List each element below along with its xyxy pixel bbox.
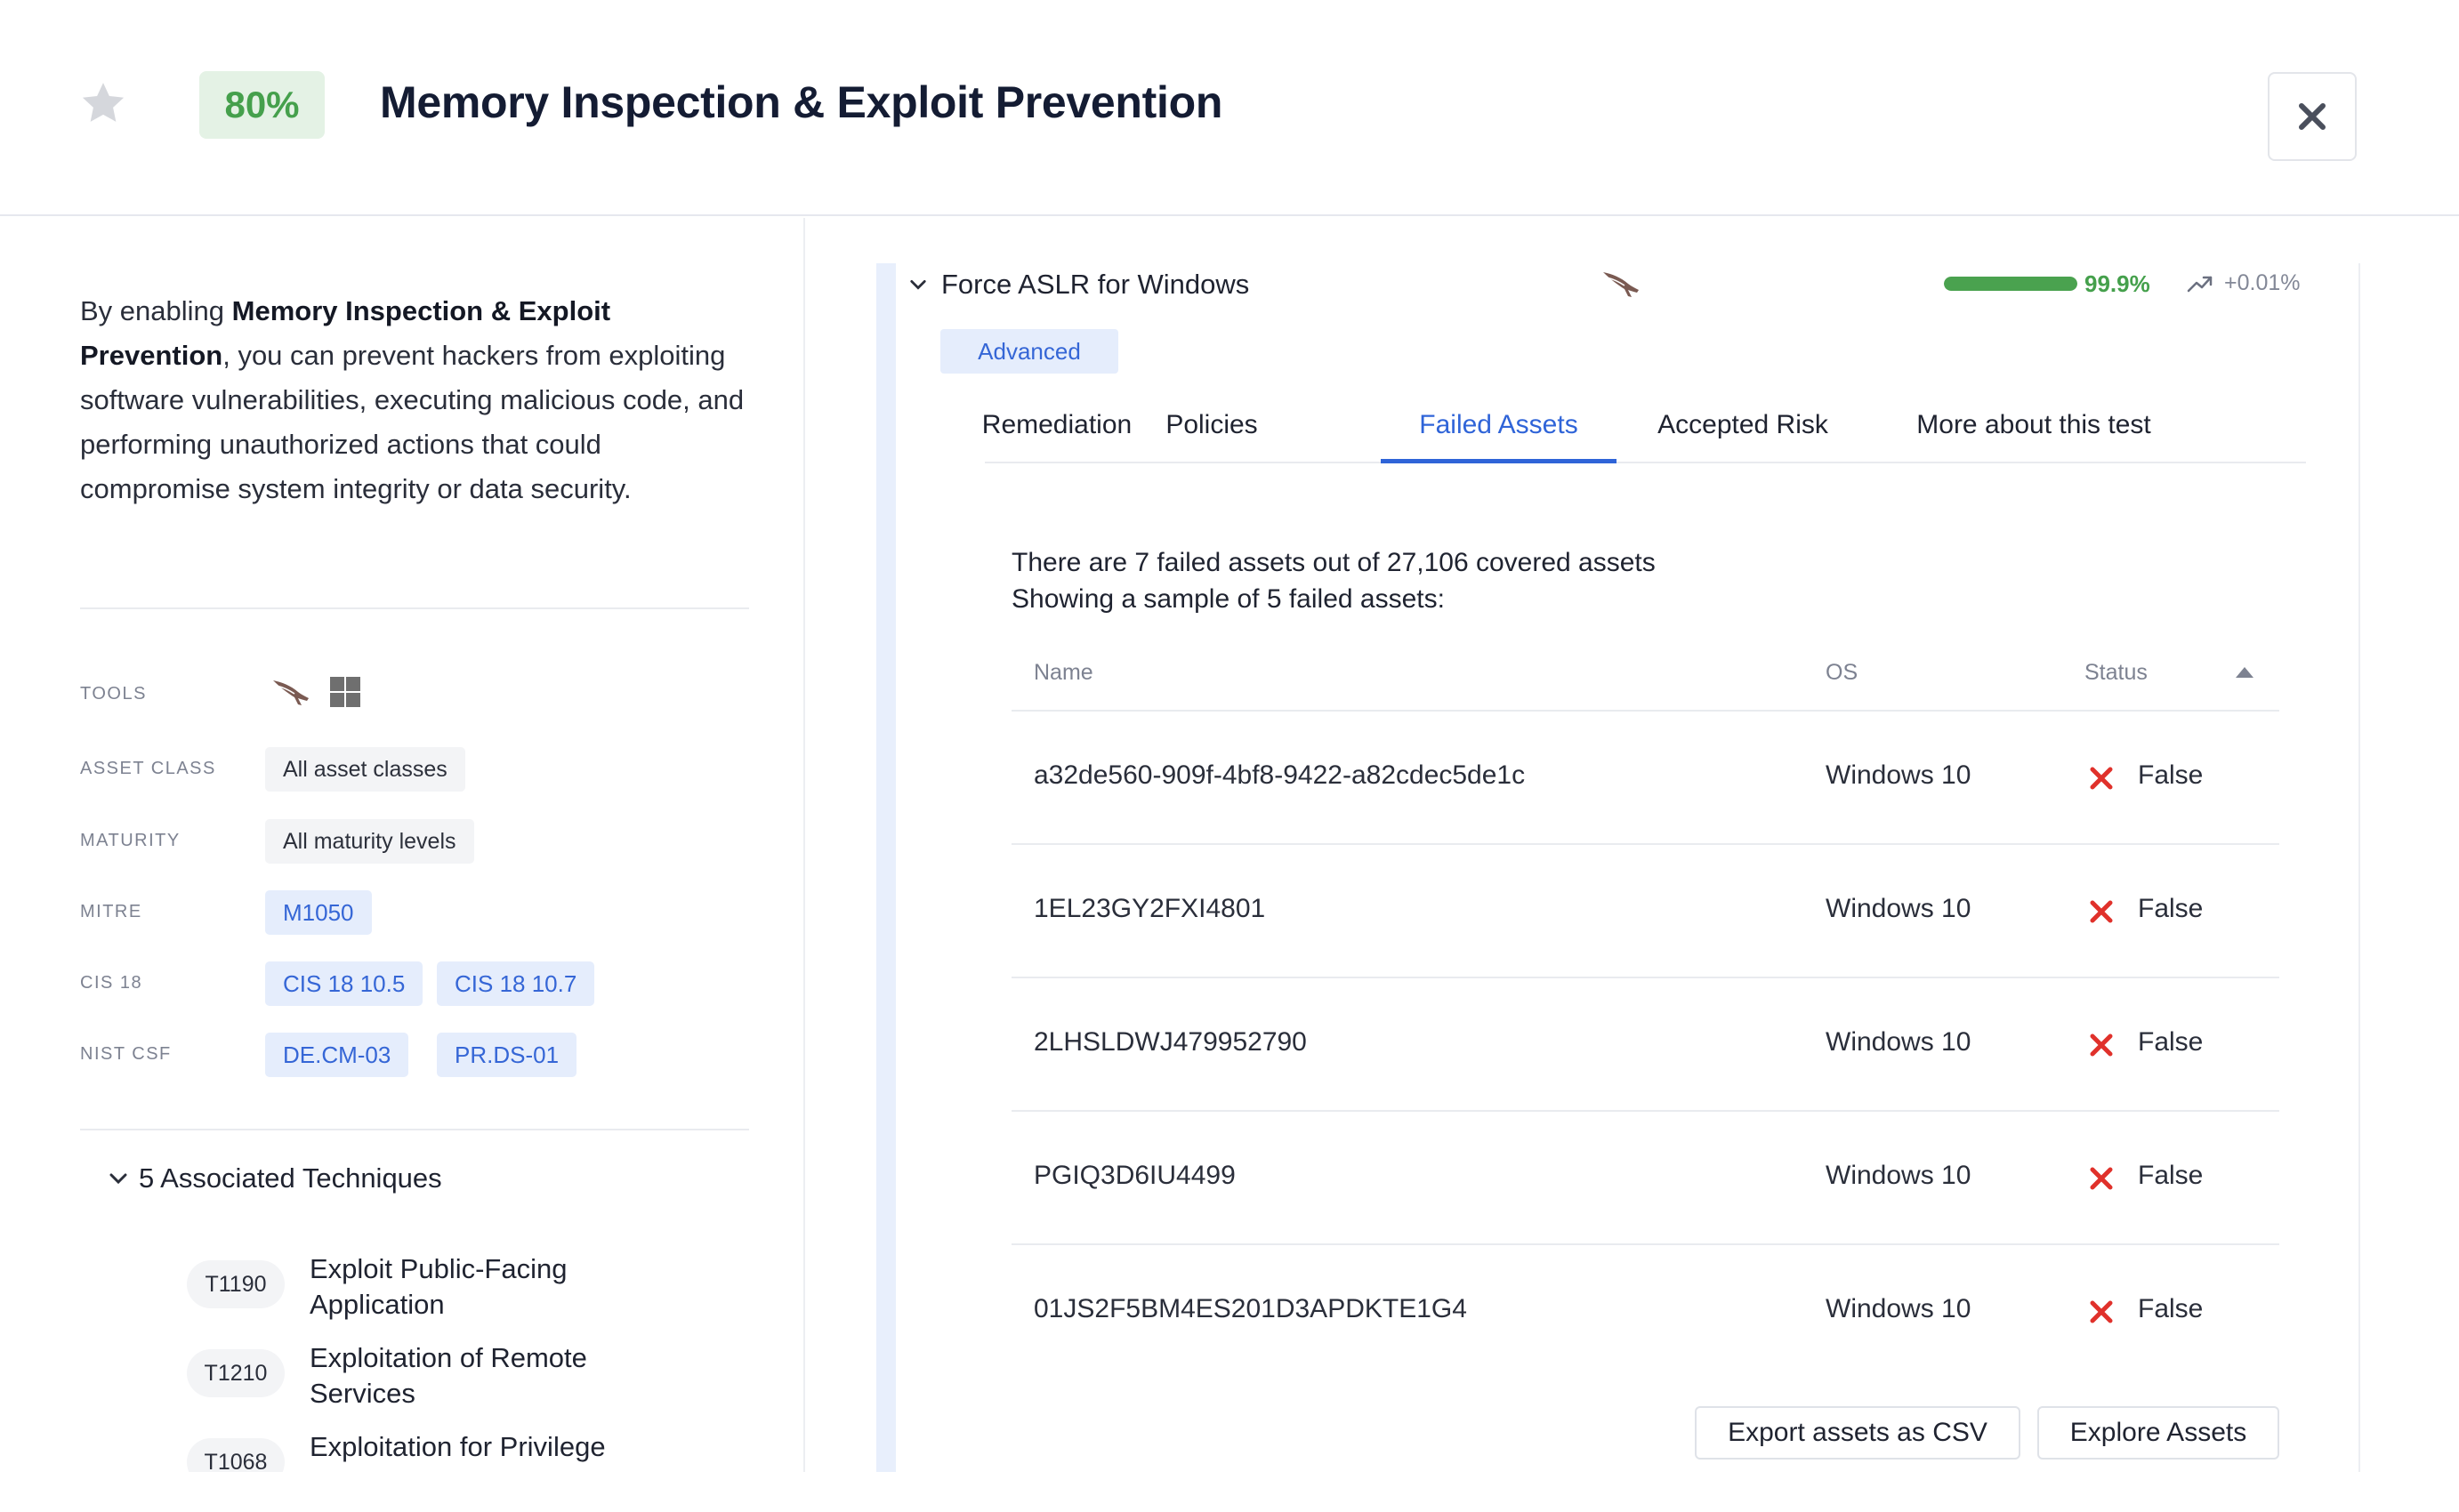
test-toggle[interactable]: Force ASLR for Windows <box>909 269 1249 301</box>
asset-name: 1EL23GY2FXI4801 <box>1034 894 1266 923</box>
table-row[interactable]: 2LHSLDWJ479952790 Windows 10 False <box>1012 978 2279 1112</box>
table-row[interactable]: a32de560-909f-4bf8-9422-a82cdec5de1c Win… <box>1012 712 2279 845</box>
summary-line: There are 7 failed assets out of 27,106 … <box>1012 548 1656 577</box>
coverage-percent: 99.9% <box>2084 270 2150 297</box>
maturity-badge: Advanced <box>940 329 1118 374</box>
cis-label: CIS 18 <box>80 973 143 993</box>
coverage-progress-fill <box>1944 277 2077 291</box>
asset-os: Windows 10 <box>1826 1161 1971 1190</box>
cis-chip[interactable]: CIS 18 10.5 <box>265 961 423 1006</box>
nist-label: NIST CSF <box>80 1044 172 1064</box>
divider <box>80 607 749 609</box>
control-description: By enabling Memory Inspection & Exploit … <box>80 295 745 504</box>
trend-up-icon <box>2187 276 2213 292</box>
tab-accepted-risk[interactable]: Accepted Risk <box>1641 405 1845 463</box>
test-tabs: Remediation Policies Failed Assets Accep… <box>982 405 2306 463</box>
test-accent-bar <box>876 263 896 1472</box>
x-mark-icon <box>2090 1300 2113 1323</box>
technique-id: T1190 <box>187 1260 285 1308</box>
tab-more-about-this-test[interactable]: More about this test <box>1891 405 2176 463</box>
column-header-os[interactable]: OS <box>1826 660 1858 686</box>
summary-line: Showing a sample of 5 failed assets: <box>1012 584 1445 614</box>
explore-assets-button[interactable]: Explore Assets <box>2037 1406 2279 1460</box>
asset-os: Windows 10 <box>1826 894 1971 923</box>
close-button[interactable] <box>2268 72 2357 161</box>
x-mark-icon <box>2090 900 2113 923</box>
maturity-label: MATURITY <box>80 831 181 850</box>
asset-name: 2LHSLDWJ479952790 <box>1034 1027 1307 1057</box>
falcon-icon <box>273 680 309 705</box>
x-mark-icon <box>2090 1033 2113 1057</box>
score-badge: 80% <box>199 71 325 139</box>
table-header: Name OS Status <box>1012 649 2279 712</box>
divider <box>2358 263 2360 1472</box>
column-header-status[interactable]: Status <box>2084 660 2148 686</box>
trend-indicator: +0.01% <box>2187 270 2301 296</box>
technique-name: Exploit Public-Facing Application <box>310 1253 568 1320</box>
asset-os: Windows 10 <box>1826 760 1971 790</box>
cis-chip[interactable]: CIS 18 10.7 <box>437 961 595 1006</box>
page-title: Memory Inspection & Exploit Prevention <box>380 77 1223 127</box>
x-mark-icon <box>2090 1167 2113 1190</box>
falcon-icon <box>1603 272 1639 297</box>
asset-class-label: ASSET CLASS <box>80 759 216 778</box>
asset-os: Windows 10 <box>1826 1294 1971 1323</box>
trend-value: +0.01% <box>2224 270 2301 295</box>
modal-header: 80% Memory Inspection & Exploit Preventi… <box>0 0 2459 216</box>
failed-assets-summary: There are 7 failed assets out of 27,106 … <box>1012 544 1656 617</box>
maturity-chip: All maturity levels <box>265 819 474 864</box>
technique-item[interactable]: T1068 Exploitation for Privilege <box>187 1429 648 1472</box>
x-mark-icon <box>2090 767 2113 790</box>
asset-status: False <box>2138 1294 2204 1323</box>
technique-item[interactable]: T1190 Exploit Public-Facing Application <box>187 1251 648 1323</box>
associated-techniques-toggle[interactable]: 5 Associated Techniques <box>109 1162 442 1194</box>
technique-id: T1068 <box>187 1438 285 1472</box>
asset-status: False <box>2138 894 2204 923</box>
tools-label: TOOLS <box>80 684 147 704</box>
asset-name: PGIQ3D6IU4499 <box>1034 1161 1236 1190</box>
close-icon <box>2299 103 2326 130</box>
asset-class-chip: All asset classes <box>265 747 465 792</box>
asset-status: False <box>2138 1161 2204 1190</box>
divider <box>80 1129 749 1130</box>
coverage-progress-bar <box>1944 277 2077 291</box>
asset-os: Windows 10 <box>1826 1027 1971 1057</box>
technique-id: T1210 <box>187 1349 285 1397</box>
details-panel: By enabling Memory Inspection & Exploit … <box>0 218 805 1472</box>
tab-policies[interactable]: Policies <box>1150 405 1273 463</box>
star-icon[interactable] <box>78 78 128 128</box>
export-csv-button[interactable]: Export assets as CSV <box>1695 1406 2020 1460</box>
failed-assets-table: Name OS Status a32de560-909f-4bf8-9422-a… <box>1012 649 2279 1379</box>
asset-status: False <box>2138 760 2204 790</box>
asset-status: False <box>2138 1027 2204 1057</box>
mitre-chip[interactable]: M1050 <box>265 890 372 935</box>
asset-name: 01JS2F5BM4ES201D3APDKTE1G4 <box>1034 1294 1467 1323</box>
chevron-down-icon <box>109 1173 127 1185</box>
nist-chip[interactable]: DE.CM-03 <box>265 1033 409 1077</box>
mitre-label: MITRE <box>80 902 142 921</box>
nist-chip[interactable]: PR.DS-01 <box>437 1033 577 1077</box>
asset-name: a32de560-909f-4bf8-9422-a82cdec5de1c <box>1034 760 1526 790</box>
column-header-name[interactable]: Name <box>1034 660 1093 686</box>
sort-asc-icon[interactable] <box>2234 665 2255 680</box>
associated-techniques-title: 5 Associated Techniques <box>139 1162 442 1194</box>
tab-remediation[interactable]: Remediation <box>982 405 1132 463</box>
technique-name: Exploitation for Privilege <box>310 1431 606 1462</box>
table-row[interactable]: 01JS2F5BM4ES201D3APDKTE1G4 Windows 10 Fa… <box>1012 1245 2279 1379</box>
test-name: Force ASLR for Windows <box>941 269 1250 300</box>
windows-icon <box>330 677 360 707</box>
technique-item[interactable]: T1210 Exploitation of Remote Services <box>187 1340 648 1411</box>
chevron-down-icon <box>910 280 926 290</box>
table-row[interactable]: 1EL23GY2FXI4801 Windows 10 False <box>1012 845 2279 978</box>
table-row[interactable]: PGIQ3D6IU4499 Windows 10 False <box>1012 1112 2279 1245</box>
technique-name: Exploitation of Remote Services <box>310 1342 587 1409</box>
tab-failed-assets[interactable]: Failed Assets <box>1381 405 1616 463</box>
